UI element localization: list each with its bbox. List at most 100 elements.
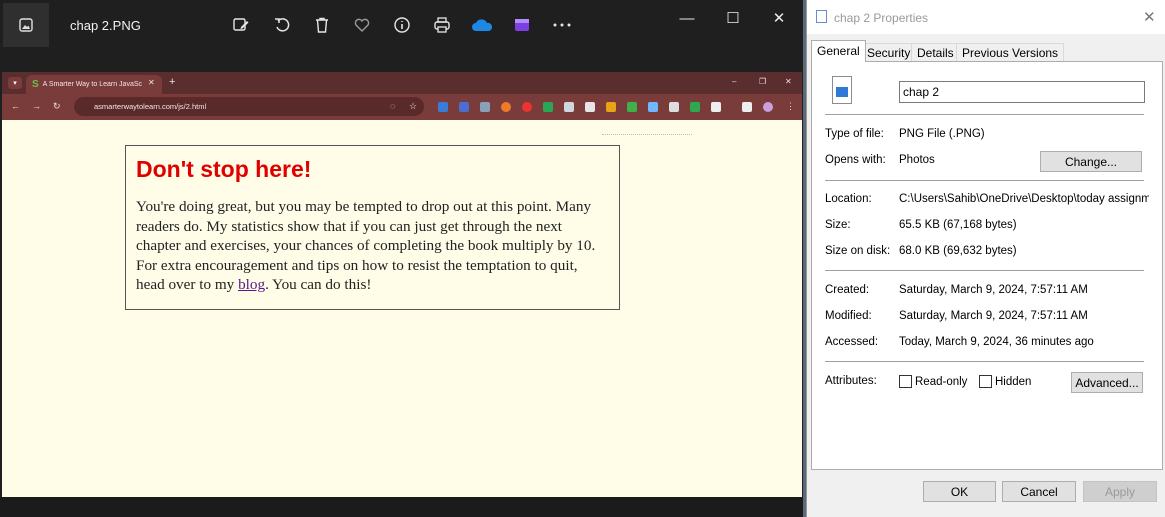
- file-icon: [816, 10, 827, 23]
- size-value: 65.5 KB (67,168 bytes): [899, 219, 1017, 231]
- divider: [825, 270, 1144, 271]
- heart-icon[interactable]: [351, 14, 373, 36]
- rotate-icon[interactable]: [271, 14, 293, 36]
- tab-security[interactable]: Security: [861, 43, 917, 61]
- modified-label: Modified:: [825, 310, 872, 322]
- cancel-button[interactable]: Cancel: [1002, 481, 1076, 502]
- web-page: Don't stop here! You're doing great, but…: [2, 120, 802, 497]
- dialog-title: chap 2 Properties: [834, 11, 929, 25]
- paragraph-text-end: . You can do this!: [265, 276, 372, 293]
- minimize-button[interactable]: —: [677, 8, 697, 28]
- hidden-checkbox[interactable]: [979, 375, 992, 388]
- divider: [602, 134, 692, 135]
- png-file-icon: [832, 76, 852, 104]
- avatar: [763, 102, 773, 112]
- maximize-button[interactable]: ☐: [723, 8, 743, 28]
- created-value: Saturday, March 9, 2024, 7:57:11 AM: [899, 284, 1088, 296]
- divider: [825, 180, 1144, 181]
- browser-toolbar: ← → ↻ asmarterwaytolearn.com/js/2.html ◌…: [2, 94, 802, 120]
- photos-title: chap 2.PNG: [70, 18, 141, 33]
- image-canvas: ▾ S A Smarter Way to Learn JavaSc ✕ + – …: [2, 72, 802, 497]
- close-icon[interactable]: ✕: [1143, 8, 1156, 26]
- type-label: Type of file:: [825, 128, 884, 140]
- extension-icon: [480, 102, 490, 112]
- site-favicon-icon: S: [32, 79, 39, 90]
- extension-icon: [564, 102, 574, 112]
- change-button[interactable]: Change...: [1040, 151, 1142, 172]
- extension-icon: [438, 102, 448, 112]
- extension-icon: [606, 102, 616, 112]
- accessed-value: Today, March 9, 2024, 36 minutes ago: [899, 336, 1094, 348]
- modified-value: Saturday, March 9, 2024, 7:57:11 AM: [899, 310, 1088, 322]
- dialog-titlebar: chap 2 Properties ✕: [807, 0, 1165, 34]
- extension-icon: [669, 102, 679, 112]
- tab-details[interactable]: Details: [911, 43, 960, 61]
- browser-close-icon: ✕: [785, 77, 792, 86]
- extension-icon: [459, 102, 469, 112]
- location-label: Location:: [825, 193, 872, 205]
- browser-tabstrip: ▾ S A Smarter Way to Learn JavaSc ✕ + – …: [2, 72, 802, 94]
- notice-box: Don't stop here! You're doing great, but…: [125, 145, 620, 310]
- photos-window: chap 2.PNG — ☐ ✕ ▾ S A Smarter Way to Le…: [0, 0, 803, 517]
- general-panel: chap 2 Type of file: PNG File (.PNG) Ope…: [811, 61, 1163, 470]
- file-name-input[interactable]: chap 2: [899, 81, 1145, 103]
- opens-with-value: Photos: [899, 154, 935, 166]
- extension-icon: [522, 102, 532, 112]
- puzzle-icon: [711, 102, 721, 112]
- more-icon[interactable]: [551, 14, 573, 36]
- extension-icon: [543, 102, 553, 112]
- browser-menu-icon: ⋮: [786, 101, 795, 111]
- opens-with-label: Opens with:: [825, 154, 886, 166]
- browser-maximize-icon: ❐: [759, 77, 767, 86]
- blog-link: blog: [238, 276, 266, 293]
- clipchamp-icon[interactable]: [511, 14, 533, 36]
- tab-search-icon: ▾: [8, 77, 22, 89]
- edit-icon[interactable]: [230, 14, 252, 36]
- tab-previous-versions[interactable]: Previous Versions: [956, 43, 1065, 61]
- divider: [825, 361, 1144, 362]
- page-heading: Don't stop here!: [136, 156, 312, 182]
- properties-dialog: chap 2 Properties ✕ General Security Det…: [806, 0, 1165, 517]
- bookmark-star-icon: ☆: [409, 101, 418, 111]
- notice-paragraph: You're doing great, but you may be tempt…: [136, 197, 609, 295]
- info-icon[interactable]: [391, 14, 413, 36]
- delete-icon[interactable]: [311, 14, 333, 36]
- extension-icon: [648, 102, 658, 112]
- extension-icon: [690, 102, 700, 112]
- attributes-label: Attributes:: [825, 375, 877, 387]
- tab-general[interactable]: General: [811, 40, 866, 62]
- tab-close-icon: ✕: [148, 78, 155, 87]
- close-button[interactable]: ✕: [769, 8, 789, 28]
- hidden-label: Hidden: [995, 376, 1032, 388]
- extension-icon: [585, 102, 595, 112]
- type-value: PNG File (.PNG): [899, 128, 985, 140]
- browser-tab: S A Smarter Way to Learn JavaSc: [26, 75, 162, 94]
- extension-icon: [501, 102, 511, 112]
- advanced-button[interactable]: Advanced...: [1071, 372, 1143, 393]
- location-value: C:\Users\Sahib\OneDrive\Desktop\today as…: [899, 193, 1149, 205]
- readonly-checkbox[interactable]: [899, 375, 912, 388]
- forward-icon: →: [32, 101, 41, 111]
- onedrive-icon[interactable]: [471, 14, 493, 36]
- address-bar: asmarterwaytolearn.com/js/2.html: [74, 97, 424, 116]
- back-icon: ←: [11, 101, 20, 111]
- print-icon[interactable]: [431, 14, 453, 36]
- browser-tab-title: A Smarter Way to Learn JavaSc: [42, 81, 143, 88]
- new-tab-icon: +: [169, 76, 176, 88]
- sidepanel-icon: [742, 102, 752, 112]
- divider: [825, 114, 1144, 115]
- created-label: Created:: [825, 284, 870, 296]
- ok-button[interactable]: OK: [923, 481, 996, 502]
- size-on-disk-value: 68.0 KB (69,632 bytes): [899, 245, 1017, 257]
- photos-titlebar: chap 2.PNG — ☐ ✕: [0, 0, 803, 50]
- readonly-label: Read-only: [915, 376, 968, 388]
- apply-button[interactable]: Apply: [1083, 481, 1157, 502]
- accessed-label: Accessed:: [825, 336, 879, 348]
- size-label: Size:: [825, 219, 851, 231]
- gallery-icon[interactable]: [3, 3, 49, 47]
- browser-minimize-icon: –: [732, 77, 737, 86]
- address-url: asmarterwaytolearn.com/js/2.html: [94, 102, 207, 111]
- photos-filmstrip: [0, 497, 803, 517]
- reload-icon: ↻: [53, 101, 61, 111]
- eye-off-icon: ◌: [390, 101, 396, 111]
